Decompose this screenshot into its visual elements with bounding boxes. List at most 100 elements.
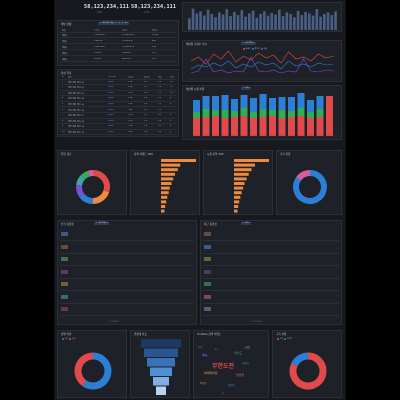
table-cell: 8 <box>170 102 172 105</box>
cloud-word: 명장면 <box>236 373 245 377</box>
top-bar <box>274 14 277 30</box>
video-list-row <box>60 292 194 304</box>
pager-right[interactable]: ‹ 1 2 3 4 5 › <box>251 321 263 323</box>
cloud-word: 박명수 <box>200 382 207 385</box>
stacked-segment <box>269 116 276 136</box>
video-thumbnail <box>204 294 211 299</box>
table-cell: 1.4 <box>158 86 162 89</box>
top-bar <box>199 11 202 31</box>
table-cell: 1.7k <box>128 91 133 94</box>
table-cell: 1 <box>62 80 64 83</box>
table-cell: 645,678 <box>122 57 131 60</box>
header-cell: 영상수 <box>152 29 158 32</box>
table-cell: video <box>108 91 114 94</box>
table-cell: 1,234,000 <box>94 33 105 36</box>
video-thumbnail <box>61 282 68 286</box>
video-list-row <box>203 292 339 304</box>
table-cell: 영상 제목 예시 02 <box>68 87 85 90</box>
table-cell: 2.4 <box>144 102 148 105</box>
donut1-slice <box>79 193 94 204</box>
table-cell: 321 <box>152 57 156 60</box>
video-list-row <box>60 304 194 316</box>
funnel-step <box>147 358 175 367</box>
top-bar <box>255 17 259 30</box>
top-bar <box>225 9 229 30</box>
list-left-filter[interactable]: 1 · All(전체) ▾ <box>94 222 109 225</box>
stacked-segment <box>326 96 333 136</box>
bottom-donut-right <box>289 352 327 390</box>
channel-filter-dropdown[interactable]: 1 · All(전체 채널) / 1 · 2 · 3 · 4 ▾ <box>98 22 129 25</box>
table-cell: 1.3 <box>158 91 162 94</box>
table-row: 2 영상 제목 예시 02 video 1.9k 3.0 1.4 11 <box>60 86 176 91</box>
table-cell: 456 <box>152 39 156 42</box>
top-bar <box>195 13 199 30</box>
top-bar <box>293 17 296 30</box>
donut1-slice <box>87 170 94 177</box>
table-cell: 123 <box>152 51 156 54</box>
top-bar <box>266 15 270 30</box>
table-cell: 0.6 <box>158 130 162 133</box>
table-cell: 채널2 <box>62 40 68 43</box>
table-cell: 3 <box>170 130 172 133</box>
pager-left[interactable]: ‹ 1 2 3 4 5 › <box>108 321 120 323</box>
stacked-segment <box>212 116 219 136</box>
hbar2-chart <box>234 159 269 213</box>
table-cell: 4 <box>62 97 64 100</box>
top-bar <box>240 10 244 30</box>
bottom-donut-right-panel: 구독 비율 구독 비구독 <box>272 330 342 398</box>
table-cell: 2.2 <box>144 108 148 111</box>
donut1-slice <box>76 175 86 186</box>
header-cell: 채널 <box>62 29 66 32</box>
donut1-slice <box>80 170 90 180</box>
line-chart <box>189 50 337 80</box>
list-right-filter[interactable]: 1 · All ▾ <box>241 222 251 225</box>
table-cell: 7 <box>62 114 64 117</box>
top-bar <box>300 15 304 30</box>
stacked-segment <box>202 109 210 117</box>
table-cell: 1.8 <box>144 119 148 122</box>
hbar <box>234 205 239 208</box>
hbar1-chart <box>161 159 196 213</box>
hbar <box>234 163 255 167</box>
top-bar <box>218 12 221 30</box>
video-list-row <box>60 254 194 266</box>
stacked-segment <box>193 118 200 136</box>
stacked-segment <box>193 100 200 112</box>
line-series-1 <box>190 60 334 70</box>
donut1-chart <box>76 170 110 204</box>
video-thumbnail <box>61 257 68 261</box>
stacked-segment <box>221 95 229 110</box>
stacked-segment <box>278 97 286 110</box>
top-bar <box>191 8 195 30</box>
table-cell: 영상 제목 예시 09 <box>68 126 85 129</box>
table-cell: 9 <box>170 97 172 100</box>
header-cell: 댓글 <box>158 76 162 79</box>
top-bar <box>304 11 307 30</box>
stacked-segment <box>307 100 314 112</box>
table-cell: 0.9 <box>158 114 162 117</box>
hbar <box>234 195 241 199</box>
top-bar <box>334 11 337 31</box>
table-row: 9 영상 제목 예시 09 video 1.1k 1.6 0.7 4 <box>60 125 176 130</box>
table-cell: 12 <box>170 80 173 83</box>
stacked-segment <box>288 117 295 136</box>
table-cell: 234,000 <box>94 39 103 42</box>
kpi-label-2: 구독자 <box>144 12 150 14</box>
table-cell: video <box>108 130 114 133</box>
table-cell: 1.0k <box>128 130 133 133</box>
table-cell: 10 <box>62 130 65 133</box>
top-bar <box>259 14 262 30</box>
hbar2-panel: 시청 지역 TOP <box>203 150 273 215</box>
cloud-word: 무도 <box>214 348 219 351</box>
top-bar <box>315 9 319 30</box>
top-bar <box>285 12 289 30</box>
video-list-row <box>60 267 194 279</box>
table-row: 10 영상 제목 예시 10 video 1.0k 1.4 0.6 3 <box>60 130 176 136</box>
table-cell: 2 <box>62 86 64 89</box>
header-cell: 공유 <box>170 76 174 79</box>
table-row: 채널1 1,234,000 12,345,678 1,234 <box>60 33 176 38</box>
table-cell: 1,234 <box>152 33 158 36</box>
stacked-segment <box>288 111 295 117</box>
stacked-segment <box>259 117 267 136</box>
header-cell: 제목 <box>68 76 72 79</box>
